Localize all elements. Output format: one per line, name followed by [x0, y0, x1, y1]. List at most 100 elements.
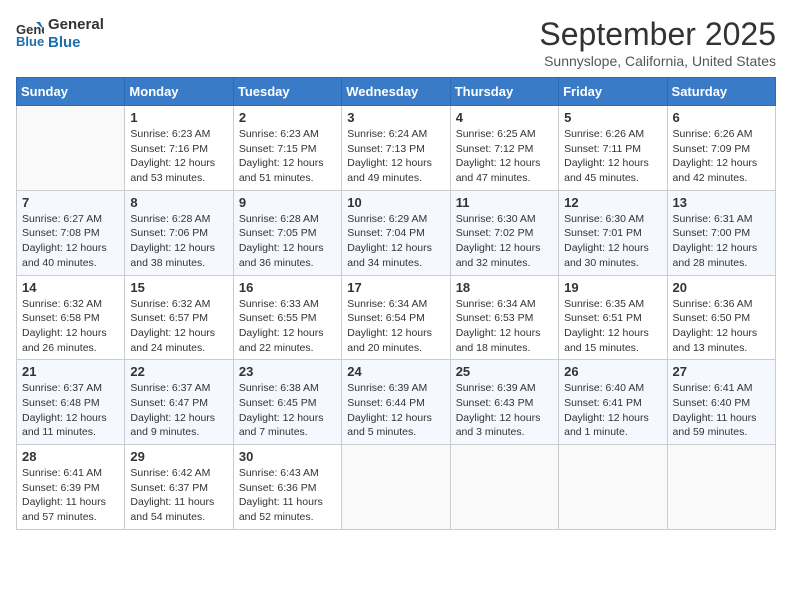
calendar-cell: 6Sunrise: 6:26 AMSunset: 7:09 PMDaylight…	[667, 106, 775, 191]
calendar-cell	[17, 106, 125, 191]
calendar-cell: 21 Sunrise: 6:37 AMSunset: 6:48 PMDayligh…	[17, 360, 125, 445]
day-number: 13	[673, 195, 770, 210]
day-number: 8	[130, 195, 227, 210]
day-info: Sunrise: 6:31 AMSunset: 7:00 PMDaylight:…	[673, 212, 770, 271]
calendar-cell: 5 Sunrise: 6:26 AMSunset: 7:11 PMDaylight…	[559, 106, 667, 191]
calendar-cell: 22 Sunrise: 6:37 AMSunset: 6:47 PMDayligh…	[125, 360, 233, 445]
calendar-cell: 16 Sunrise: 6:33 AMSunset: 6:55 PMDayligh…	[233, 275, 341, 360]
day-number: 12	[564, 195, 661, 210]
day-number: 9	[239, 195, 336, 210]
week-row-4: 21 Sunrise: 6:37 AMSunset: 6:48 PMDayligh…	[17, 360, 776, 445]
day-info: Sunrise: 6:28 AMSunset: 7:05 PMDaylight:…	[239, 212, 336, 271]
day-info: Sunrise: 6:34 AMSunset: 6:53 PMDaylight:…	[456, 297, 553, 356]
day-number: 10	[347, 195, 444, 210]
logo-line2: Blue	[48, 34, 104, 52]
day-number: 6	[673, 110, 770, 125]
day-number: 14	[22, 280, 119, 295]
calendar-cell: 7Sunrise: 6:27 AMSunset: 7:08 PMDaylight…	[17, 190, 125, 275]
day-number: 5	[564, 110, 661, 125]
weekday-wednesday: Wednesday	[342, 78, 450, 106]
day-info: Sunrise: 6:43 AMSunset: 6:36 PMDaylight:…	[239, 466, 336, 525]
day-info: Sunrise: 6:29 AMSunset: 7:04 PMDaylight:…	[347, 212, 444, 271]
day-number: 27	[673, 364, 770, 379]
calendar-cell: 25 Sunrise: 6:39 AMSunset: 6:43 PMDayligh…	[450, 360, 558, 445]
day-info: Sunrise: 6:39 AMSunset: 6:43 PMDaylight:…	[456, 381, 553, 440]
day-number: 23	[239, 364, 336, 379]
day-number: 24	[347, 364, 444, 379]
day-number: 29	[130, 449, 227, 464]
day-info: Sunrise: 6:30 AMSunset: 7:01 PMDaylight:…	[564, 212, 661, 271]
day-info: Sunrise: 6:26 AMSunset: 7:11 PMDaylight:…	[564, 127, 661, 186]
weekday-friday: Friday	[559, 78, 667, 106]
day-number: 17	[347, 280, 444, 295]
week-row-2: 7Sunrise: 6:27 AMSunset: 7:08 PMDaylight…	[17, 190, 776, 275]
day-info: Sunrise: 6:40 AMSunset: 6:41 PMDaylight:…	[564, 381, 661, 440]
day-number: 19	[564, 280, 661, 295]
day-info: Sunrise: 6:24 AMSunset: 7:13 PMDaylight:…	[347, 127, 444, 186]
calendar-cell: 10 Sunrise: 6:29 AMSunset: 7:04 PMDayligh…	[342, 190, 450, 275]
calendar-cell	[450, 445, 558, 530]
logo-icon: General Blue	[16, 20, 44, 48]
weekday-saturday: Saturday	[667, 78, 775, 106]
calendar-cell: 2 Sunrise: 6:23 AMSunset: 7:15 PMDaylight…	[233, 106, 341, 191]
calendar-cell: 17 Sunrise: 6:34 AMSunset: 6:54 PMDayligh…	[342, 275, 450, 360]
day-info: Sunrise: 6:41 AMSunset: 6:40 PMDaylight:…	[673, 381, 770, 440]
calendar-body: 1 Sunrise: 6:23 AMSunset: 7:16 PMDaylight…	[17, 106, 776, 530]
day-number: 2	[239, 110, 336, 125]
day-number: 21	[22, 364, 119, 379]
calendar-cell: 27 Sunrise: 6:41 AMSunset: 6:40 PMDayligh…	[667, 360, 775, 445]
logo: General Blue General Blue	[16, 16, 104, 52]
calendar-cell: 15 Sunrise: 6:32 AMSunset: 6:57 PMDayligh…	[125, 275, 233, 360]
calendar-cell: 18 Sunrise: 6:34 AMSunset: 6:53 PMDayligh…	[450, 275, 558, 360]
day-info: Sunrise: 6:30 AMSunset: 7:02 PMDaylight:…	[456, 212, 553, 271]
day-number: 26	[564, 364, 661, 379]
day-info: Sunrise: 6:28 AMSunset: 7:06 PMDaylight:…	[130, 212, 227, 271]
calendar-cell: 30 Sunrise: 6:43 AMSunset: 6:36 PMDayligh…	[233, 445, 341, 530]
week-row-5: 28 Sunrise: 6:41 AMSunset: 6:39 PMDayligh…	[17, 445, 776, 530]
weekday-tuesday: Tuesday	[233, 78, 341, 106]
calendar-cell: 14 Sunrise: 6:32 AMSunset: 6:58 PMDayligh…	[17, 275, 125, 360]
calendar-cell: 8 Sunrise: 6:28 AMSunset: 7:06 PMDaylight…	[125, 190, 233, 275]
day-info: Sunrise: 6:32 AMSunset: 6:58 PMDaylight:…	[22, 297, 119, 356]
day-info: Sunrise: 6:41 AMSunset: 6:39 PMDaylight:…	[22, 466, 119, 525]
calendar-cell: 28 Sunrise: 6:41 AMSunset: 6:39 PMDayligh…	[17, 445, 125, 530]
day-info: Sunrise: 6:36 AMSunset: 6:50 PMDaylight:…	[673, 297, 770, 356]
weekday-monday: Monday	[125, 78, 233, 106]
day-number: 28	[22, 449, 119, 464]
day-info: Sunrise: 6:23 AMSunset: 7:16 PMDaylight:…	[130, 127, 227, 186]
calendar-cell: 24 Sunrise: 6:39 AMSunset: 6:44 PMDayligh…	[342, 360, 450, 445]
day-info: Sunrise: 6:32 AMSunset: 6:57 PMDaylight:…	[130, 297, 227, 356]
day-number: 25	[456, 364, 553, 379]
day-info: Sunrise: 6:33 AMSunset: 6:55 PMDaylight:…	[239, 297, 336, 356]
day-number: 18	[456, 280, 553, 295]
day-number: 20	[673, 280, 770, 295]
day-info: Sunrise: 6:23 AMSunset: 7:15 PMDaylight:…	[239, 127, 336, 186]
day-number: 15	[130, 280, 227, 295]
svg-text:Blue: Blue	[16, 34, 44, 48]
day-info: Sunrise: 6:27 AMSunset: 7:08 PMDaylight:…	[22, 212, 119, 271]
day-number: 11	[456, 195, 553, 210]
day-info: Sunrise: 6:37 AMSunset: 6:48 PMDaylight:…	[22, 381, 119, 440]
day-info: Sunrise: 6:39 AMSunset: 6:44 PMDaylight:…	[347, 381, 444, 440]
calendar: SundayMondayTuesdayWednesdayThursdayFrid…	[16, 77, 776, 530]
day-number: 1	[130, 110, 227, 125]
calendar-cell: 19Sunrise: 6:35 AMSunset: 6:51 PMDayligh…	[559, 275, 667, 360]
month-title: September 2025	[539, 16, 776, 53]
weekday-header-row: SundayMondayTuesdayWednesdayThursdayFrid…	[17, 78, 776, 106]
calendar-cell: 3Sunrise: 6:24 AMSunset: 7:13 PMDaylight…	[342, 106, 450, 191]
weekday-thursday: Thursday	[450, 78, 558, 106]
day-number: 30	[239, 449, 336, 464]
day-info: Sunrise: 6:37 AMSunset: 6:47 PMDaylight:…	[130, 381, 227, 440]
calendar-cell	[667, 445, 775, 530]
day-number: 22	[130, 364, 227, 379]
day-info: Sunrise: 6:25 AMSunset: 7:12 PMDaylight:…	[456, 127, 553, 186]
calendar-cell	[559, 445, 667, 530]
day-number: 4	[456, 110, 553, 125]
calendar-cell: 12 Sunrise: 6:30 AMSunset: 7:01 PMDayligh…	[559, 190, 667, 275]
day-number: 16	[239, 280, 336, 295]
calendar-cell: 9 Sunrise: 6:28 AMSunset: 7:05 PMDaylight…	[233, 190, 341, 275]
calendar-cell	[342, 445, 450, 530]
week-row-3: 14 Sunrise: 6:32 AMSunset: 6:58 PMDayligh…	[17, 275, 776, 360]
day-info: Sunrise: 6:34 AMSunset: 6:54 PMDaylight:…	[347, 297, 444, 356]
calendar-cell: 13 Sunrise: 6:31 AMSunset: 7:00 PMDayligh…	[667, 190, 775, 275]
